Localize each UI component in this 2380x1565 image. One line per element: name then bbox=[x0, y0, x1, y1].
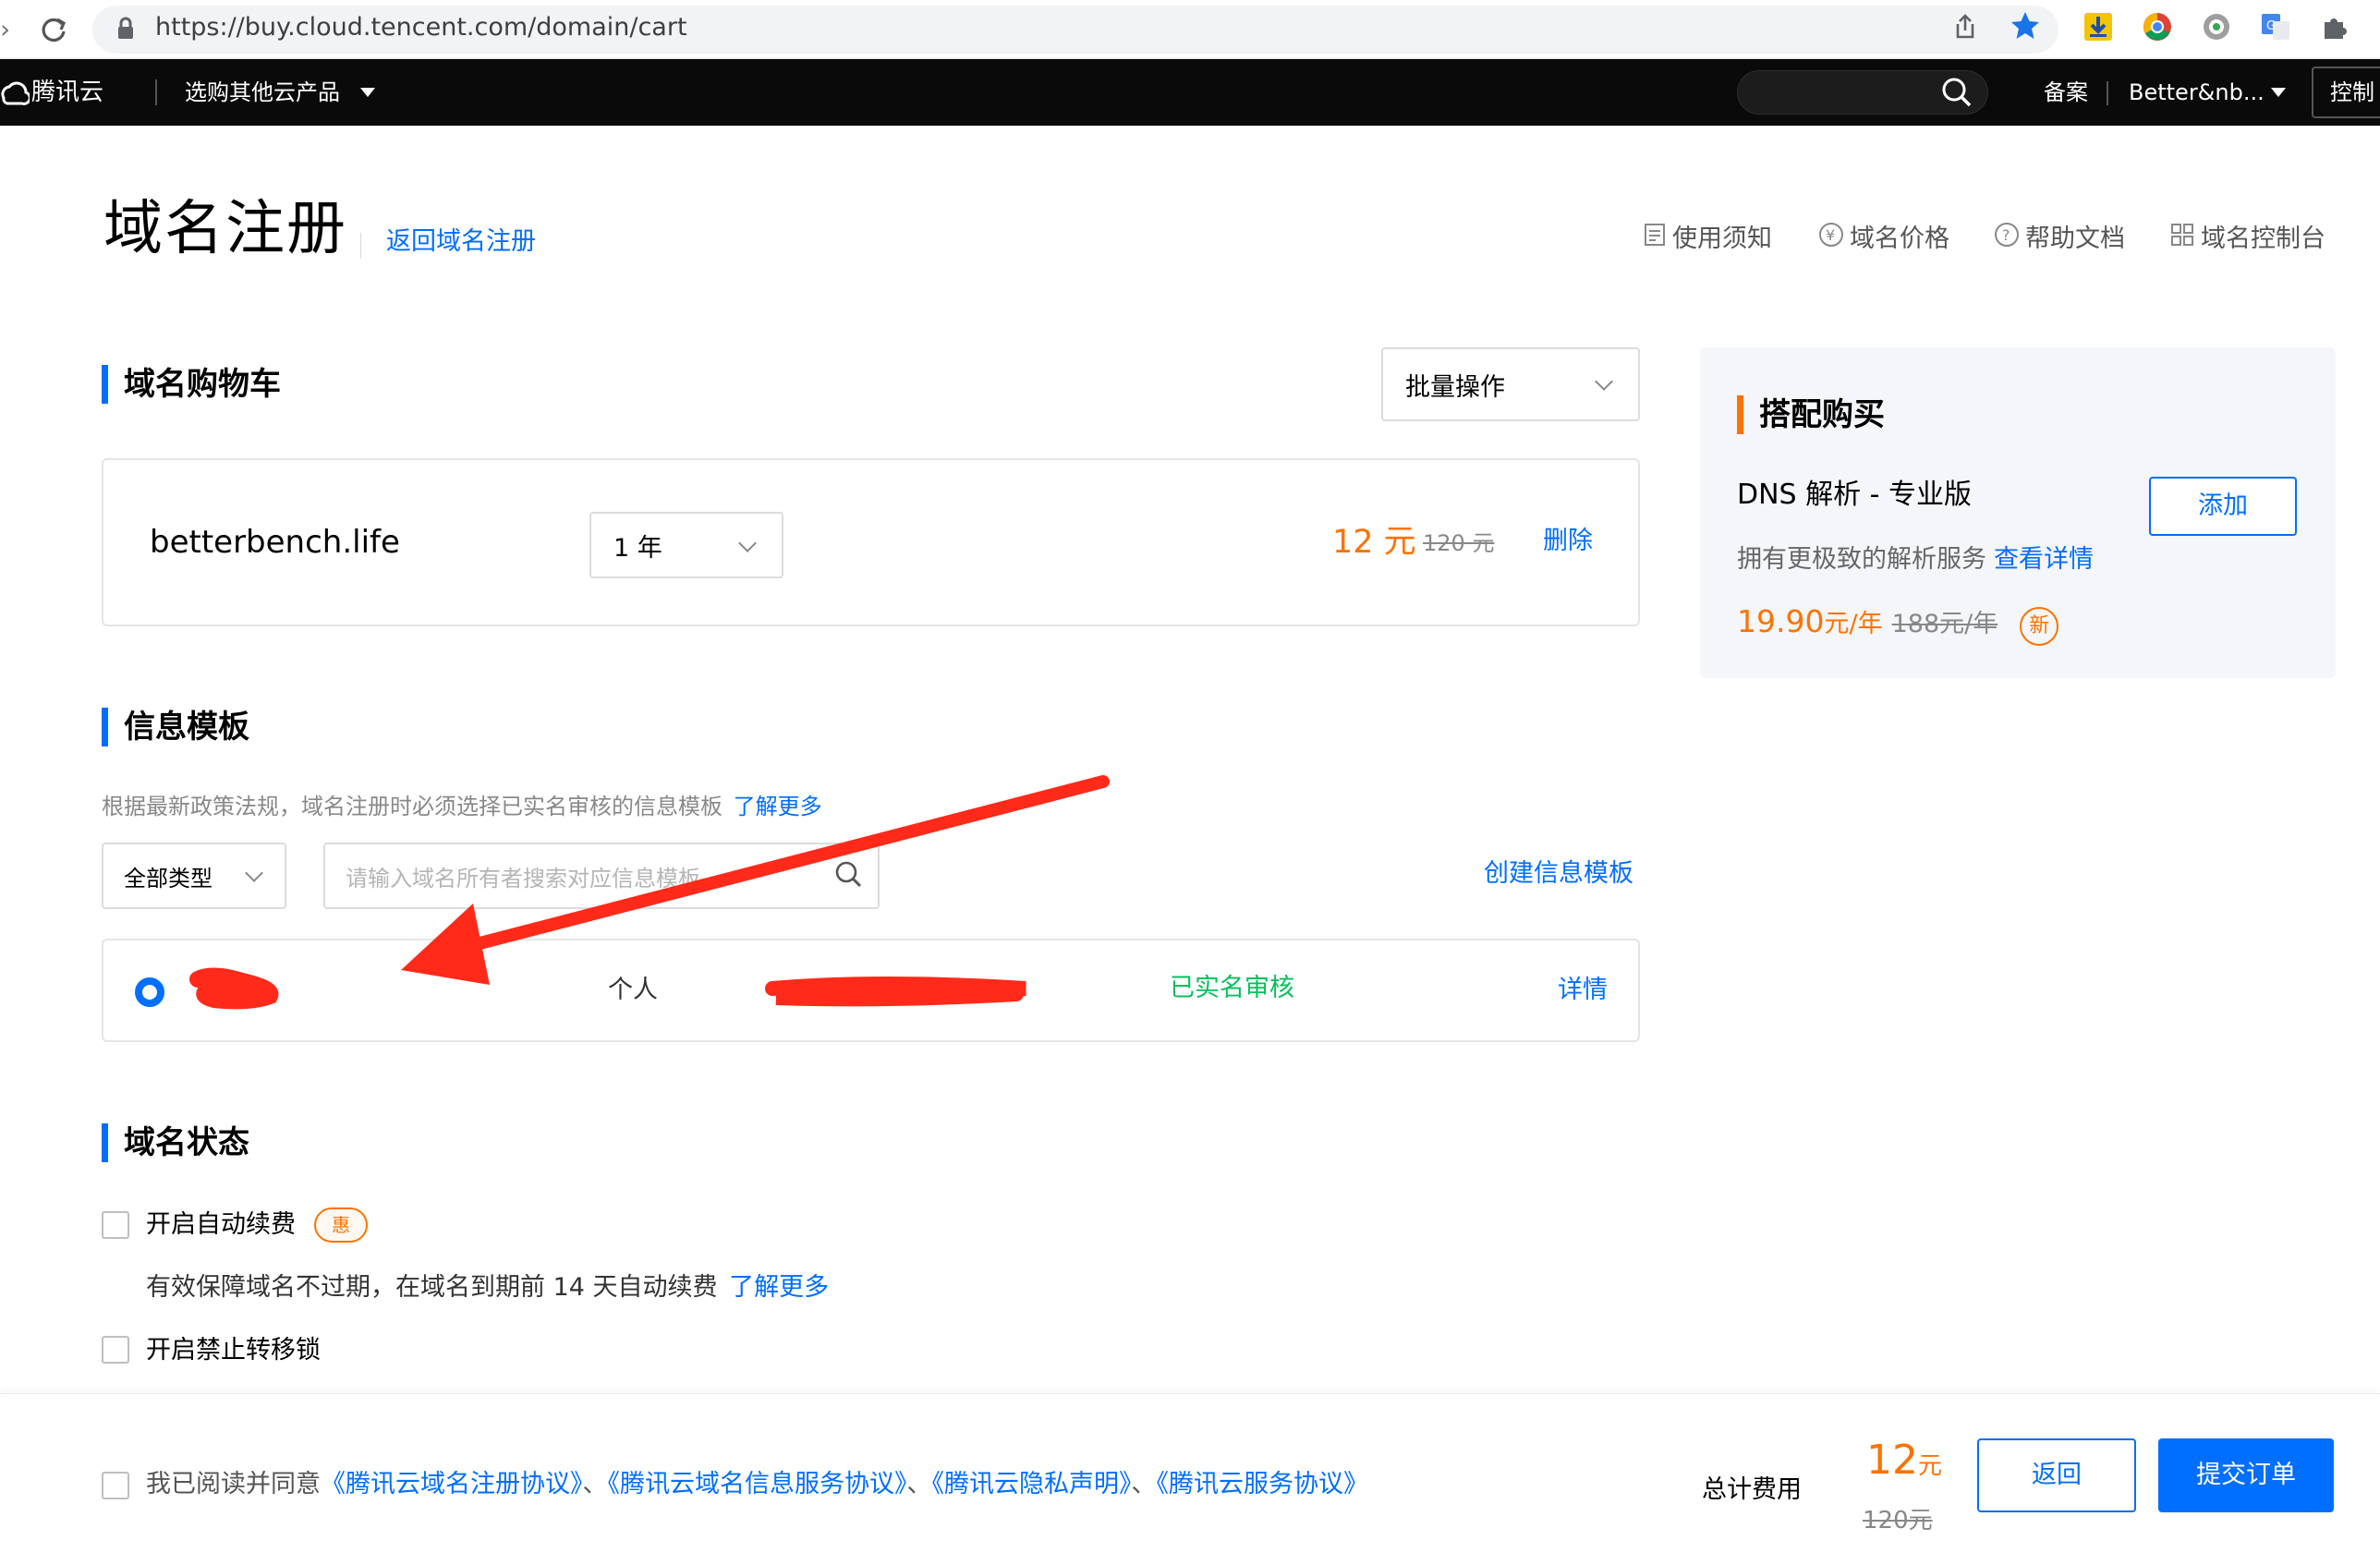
transfer-lock-checkbox[interactable] bbox=[102, 1336, 129, 1364]
total-label: 总计费用 bbox=[1702, 1475, 1802, 1504]
auto-renew-learn-more-link[interactable]: 了解更多 bbox=[729, 1273, 829, 1302]
separator: 、 bbox=[906, 1470, 932, 1498]
agreement-prefix: 我已阅读并同意 bbox=[146, 1470, 321, 1498]
back-button[interactable]: 返回 bbox=[1977, 1438, 2136, 1512]
privacy-statement-link[interactable]: 《腾讯云隐私声明》 bbox=[932, 1470, 1132, 1498]
total-price: 12 元 bbox=[1866, 1435, 1942, 1492]
transfer-lock-label[interactable]: 开启禁止转移锁 bbox=[146, 1334, 321, 1367]
separator: 、 bbox=[1131, 1470, 1157, 1498]
service-agreement-link[interactable]: 《腾讯云服务协议》 bbox=[1157, 1470, 1369, 1498]
submit-order-button[interactable]: 提交订单 bbox=[2158, 1438, 2334, 1512]
total-original-price: 120元 bbox=[1863, 1507, 1933, 1535]
redaction-scribble bbox=[765, 977, 1026, 1007]
registration-agreement-link[interactable]: 《腾讯云域名注册协议》 bbox=[321, 1470, 583, 1498]
agreement-text: 我已阅读并同意《腾讯云域名注册协议》、《腾讯云域名信息服务协议》、《腾讯云隐私声… bbox=[146, 1468, 1368, 1501]
status-section-title: 域名状态 bbox=[124, 1124, 249, 1161]
separator: 、 bbox=[582, 1470, 608, 1498]
total-price-number: 12 bbox=[1866, 1437, 1918, 1484]
section-accent-bar bbox=[102, 1123, 108, 1162]
annotation-overlay bbox=[189, 775, 1110, 1010]
auto-renew-checkbox[interactable] bbox=[102, 1211, 129, 1239]
annotation-arrowhead bbox=[401, 904, 490, 985]
annotation-arrow bbox=[455, 775, 1110, 954]
order-footer-bar: 我已阅读并同意《腾讯云域名注册协议》、《腾讯云域名信息服务协议》、《腾讯云隐私声… bbox=[0, 1393, 2380, 1565]
auto-renew-description: 有效保障域名不过期，在域名到期前 14 天自动续费 了解更多 bbox=[146, 1271, 829, 1304]
discount-badge: 惠 bbox=[314, 1207, 368, 1243]
auto-renew-description-text: 有效保障域名不过期，在域名到期前 14 天自动续费 bbox=[146, 1273, 718, 1302]
auto-renew-label[interactable]: 开启自动续费 bbox=[146, 1208, 296, 1242]
total-price-unit: 元 bbox=[1918, 1452, 1943, 1480]
redaction-scribble bbox=[189, 967, 279, 1010]
agreement-checkbox[interactable] bbox=[102, 1472, 129, 1499]
info-service-agreement-link[interactable]: 《腾讯云域名信息服务协议》 bbox=[608, 1470, 907, 1498]
